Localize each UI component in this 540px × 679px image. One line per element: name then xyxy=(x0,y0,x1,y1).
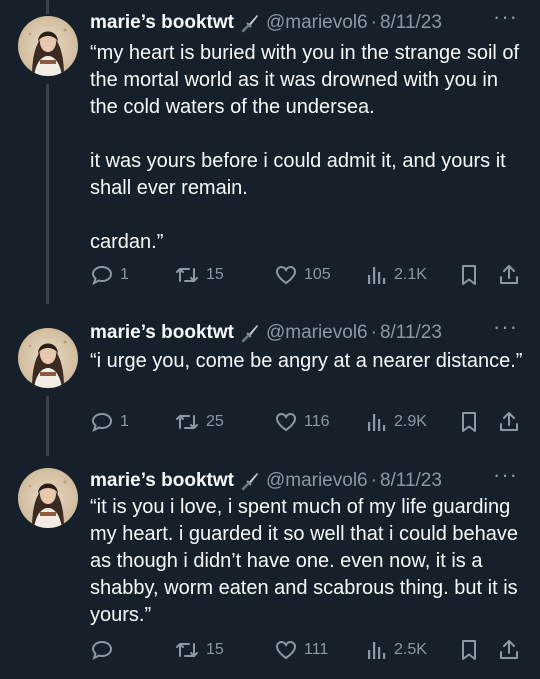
share-button[interactable] xyxy=(498,263,520,287)
share-icon xyxy=(500,412,518,431)
thread-line xyxy=(46,396,49,456)
retweet-button[interactable]: 25 xyxy=(174,410,224,434)
avatar[interactable] xyxy=(18,328,78,388)
avatar[interactable] xyxy=(18,16,78,76)
like-count: 116 xyxy=(304,413,330,430)
reply-button[interactable]: 1 xyxy=(90,410,129,434)
tweet-text: “it is you i love, i spent much of my li… xyxy=(90,496,519,626)
bookmark-icon xyxy=(462,412,476,432)
user-handle[interactable]: @marievol6 xyxy=(266,12,368,34)
share-button[interactable] xyxy=(498,638,520,662)
user-handle[interactable]: @marievol6 xyxy=(266,470,368,492)
retweet-count: 15 xyxy=(206,266,224,283)
display-name[interactable]: marie’s booktwt xyxy=(90,12,234,34)
more-options-icon[interactable]: ··· xyxy=(493,462,518,488)
retweet-button[interactable]: 15 xyxy=(174,263,224,287)
separator: · xyxy=(370,470,377,491)
view-count: 2.5K xyxy=(394,641,427,658)
bookmark-icon xyxy=(462,265,476,285)
view-count: 2.9K xyxy=(394,413,427,430)
views-icon xyxy=(368,267,386,284)
avatar[interactable] xyxy=(18,468,78,528)
bookmark-button[interactable] xyxy=(458,638,480,662)
separator: · xyxy=(370,322,377,343)
views-icon xyxy=(368,414,386,431)
views-button[interactable]: 2.1K xyxy=(366,263,427,287)
retweet-icon xyxy=(176,415,198,429)
retweet-icon xyxy=(176,643,198,657)
like-button[interactable]: 105 xyxy=(274,263,331,287)
like-count: 105 xyxy=(304,266,331,283)
share-button[interactable] xyxy=(498,410,520,434)
tweet-header: marie’s booktwt @marievol6 · 8/11/23 ··· xyxy=(90,4,530,36)
reply-button[interactable] xyxy=(90,638,120,662)
bookmark-button[interactable] xyxy=(458,410,480,434)
action-bar: 1 25 116 2.9K xyxy=(90,410,530,436)
reply-icon xyxy=(91,640,113,660)
user-handle[interactable]: @marievol6 xyxy=(266,322,368,344)
dagger-icon xyxy=(240,13,260,33)
tweet-date[interactable]: 8/11/23 xyxy=(380,12,442,34)
heart-icon xyxy=(275,412,297,432)
reply-button[interactable]: 1 xyxy=(90,263,129,287)
views-button[interactable]: 2.5K xyxy=(366,638,427,662)
share-icon xyxy=(500,640,518,659)
tweet-header: marie’s booktwt @marievol6 · 8/11/23 ··· xyxy=(90,462,530,494)
retweet-count: 25 xyxy=(206,413,224,430)
thread-line xyxy=(46,0,49,14)
more-options-icon[interactable]: ··· xyxy=(493,314,518,340)
display-name[interactable]: marie’s booktwt xyxy=(90,470,234,492)
retweet-count: 15 xyxy=(206,641,224,658)
retweet-button[interactable]: 15 xyxy=(174,638,224,662)
dagger-icon xyxy=(240,471,260,491)
tweet-header: marie’s booktwt @marievol6 · 8/11/23 ··· xyxy=(90,314,530,346)
bookmark-button[interactable] xyxy=(458,263,480,287)
action-bar: 1 15 105 2.1K xyxy=(90,263,530,289)
views-icon xyxy=(368,642,386,659)
share-icon xyxy=(500,265,518,284)
heart-icon xyxy=(275,640,297,660)
separator: · xyxy=(370,12,377,33)
reply-count: 1 xyxy=(120,413,129,430)
like-button[interactable]: 111 xyxy=(274,638,328,662)
view-count: 2.1K xyxy=(394,266,427,283)
display-name[interactable]: marie’s booktwt xyxy=(90,322,234,344)
more-options-icon[interactable]: ··· xyxy=(493,4,518,30)
bookmark-icon xyxy=(462,640,476,660)
retweet-icon xyxy=(176,268,198,282)
reply-icon xyxy=(91,412,113,432)
like-count: 111 xyxy=(304,641,329,658)
thread-line xyxy=(46,84,49,304)
dagger-icon xyxy=(240,323,260,343)
tweet-date[interactable]: 8/11/23 xyxy=(380,470,442,492)
reply-icon xyxy=(91,265,113,285)
tweet-text: “my heart is buried with you in the stra… xyxy=(90,42,520,253)
action-bar: 15 111 2.5K xyxy=(90,638,530,664)
views-button[interactable]: 2.9K xyxy=(366,410,427,434)
tweet-text: “i urge you, come be angry at a nearer d… xyxy=(90,350,523,372)
tweet-date[interactable]: 8/11/23 xyxy=(380,322,442,344)
like-button[interactable]: 116 xyxy=(274,410,330,434)
heart-icon xyxy=(275,265,297,285)
reply-count: 1 xyxy=(120,266,129,283)
